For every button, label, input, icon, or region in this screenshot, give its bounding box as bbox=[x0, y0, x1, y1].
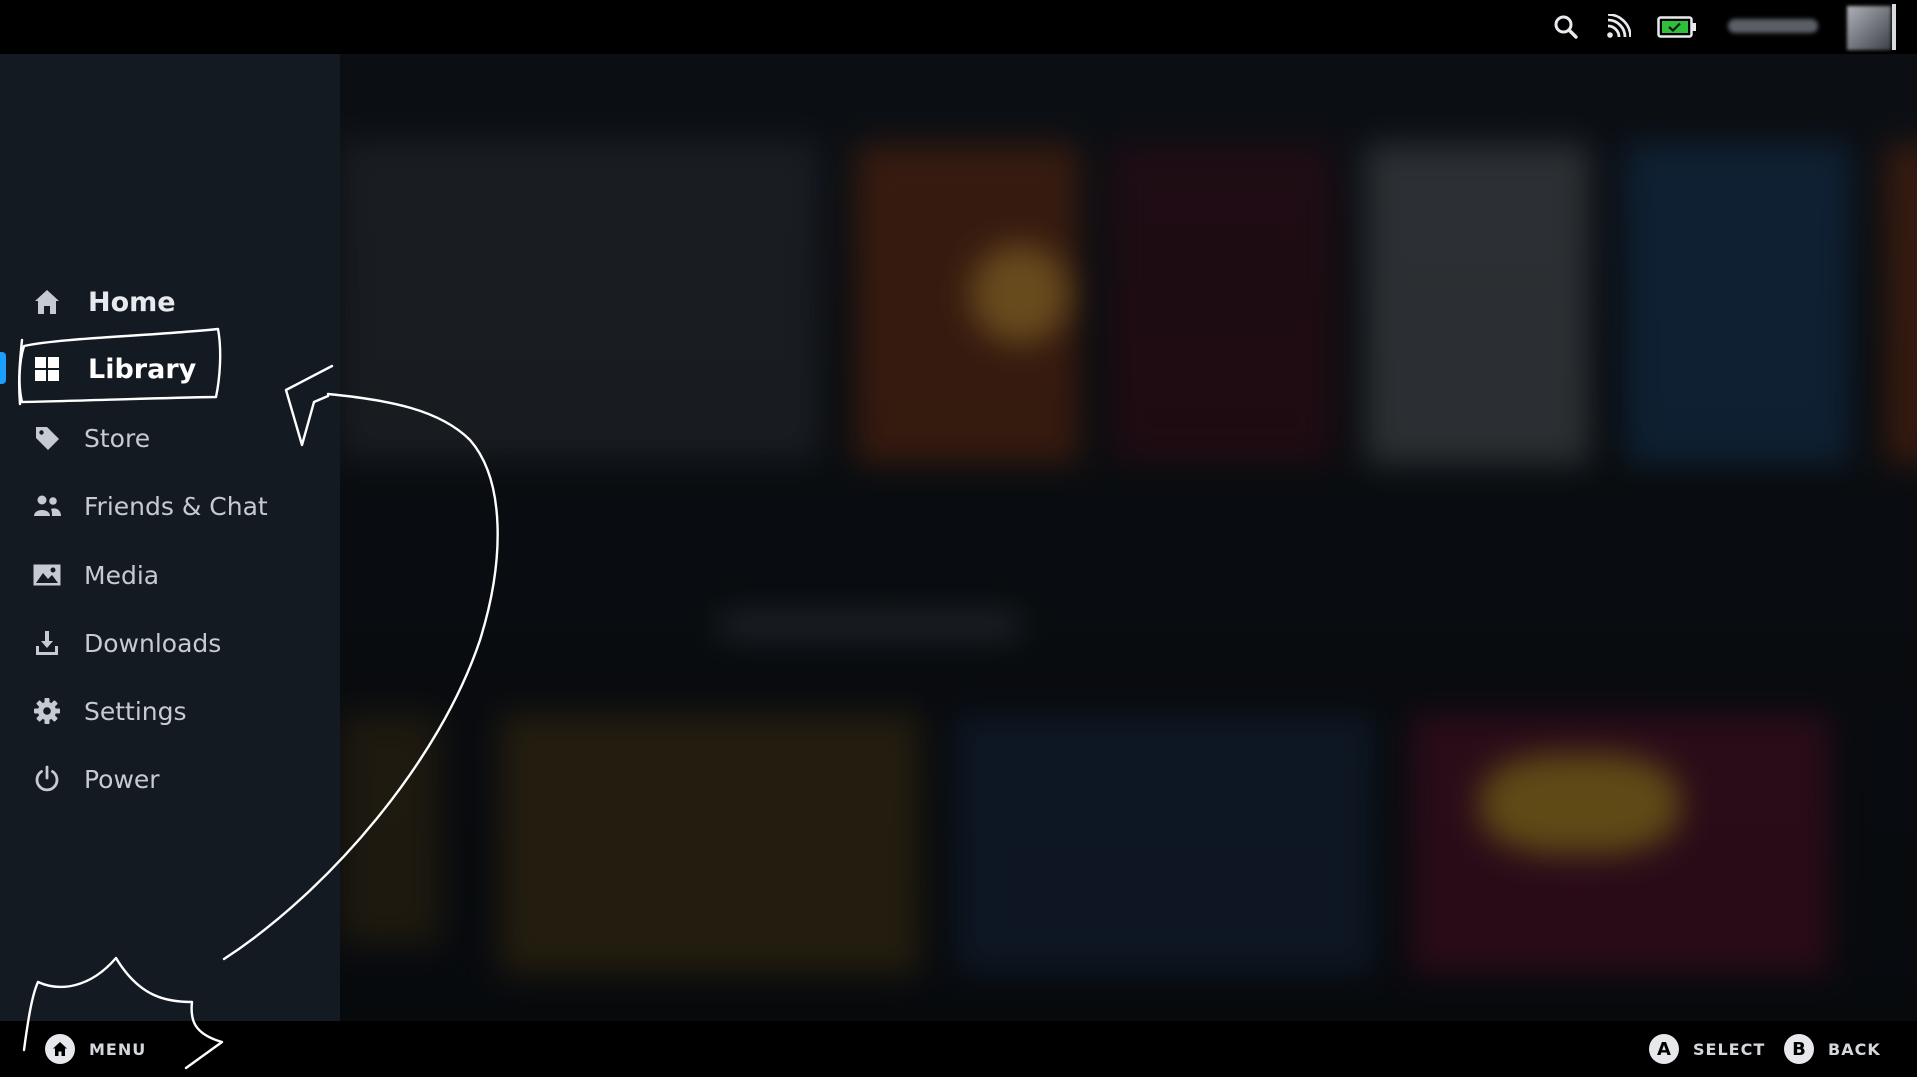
menu-item-settings[interactable]: Settings bbox=[0, 683, 340, 739]
bottom-hint-bar: MENU A SELECT B BACK bbox=[0, 1021, 1917, 1077]
avatar-status-bar bbox=[1892, 4, 1896, 50]
menu-item-label: Friends & Chat bbox=[84, 491, 268, 521]
friends-icon bbox=[31, 490, 63, 522]
menu-item-store[interactable]: Store bbox=[0, 410, 340, 466]
power-icon bbox=[31, 763, 63, 795]
menu-item-label: Downloads bbox=[84, 628, 222, 658]
menu-item-home[interactable]: Home bbox=[0, 274, 340, 330]
menu-item-power[interactable]: Power bbox=[0, 751, 340, 807]
username-blurred bbox=[1728, 19, 1818, 33]
download-icon bbox=[31, 627, 63, 659]
blurred-library-background bbox=[340, 54, 1917, 1021]
main-menu-panel bbox=[0, 54, 340, 1021]
menu-item-label: Media bbox=[84, 560, 160, 590]
grid-icon bbox=[31, 353, 63, 385]
search-icon[interactable] bbox=[1551, 12, 1581, 42]
menu-item-label: Power bbox=[84, 764, 160, 794]
image-icon bbox=[31, 559, 63, 591]
cast-icon[interactable] bbox=[1603, 12, 1633, 42]
top-status-bar bbox=[0, 0, 1917, 54]
select-hint-label: SELECT bbox=[1693, 1039, 1766, 1059]
menu-item-media[interactable]: Media bbox=[0, 547, 340, 603]
menu-hint[interactable]: MENU bbox=[45, 1034, 146, 1064]
steam-home-button-icon bbox=[45, 1034, 75, 1064]
menu-hint-label: MENU bbox=[89, 1039, 147, 1059]
menu-item-label: Home bbox=[88, 286, 176, 318]
a-button-icon: A bbox=[1649, 1034, 1679, 1064]
back-hint[interactable]: B BACK bbox=[1784, 1034, 1881, 1064]
menu-item-label: Library bbox=[88, 353, 197, 385]
battery-icon[interactable] bbox=[1657, 12, 1697, 42]
gear-icon bbox=[31, 695, 63, 727]
menu-item-label: Store bbox=[84, 423, 151, 453]
tag-icon bbox=[31, 422, 63, 454]
back-hint-label: BACK bbox=[1828, 1039, 1881, 1059]
steam-deck-screen: Home Library Store Friends & Chat Media … bbox=[0, 0, 1917, 1077]
avatar[interactable] bbox=[1847, 6, 1891, 50]
b-button-icon: B bbox=[1784, 1034, 1814, 1064]
home-icon bbox=[31, 286, 63, 318]
menu-item-downloads[interactable]: Downloads bbox=[0, 615, 340, 671]
select-hint[interactable]: A SELECT bbox=[1649, 1034, 1765, 1064]
background-dim bbox=[340, 54, 1917, 1021]
menu-item-friends[interactable]: Friends & Chat bbox=[0, 478, 340, 534]
menu-item-label: Settings bbox=[84, 696, 187, 726]
menu-item-library[interactable]: Library bbox=[0, 341, 340, 397]
